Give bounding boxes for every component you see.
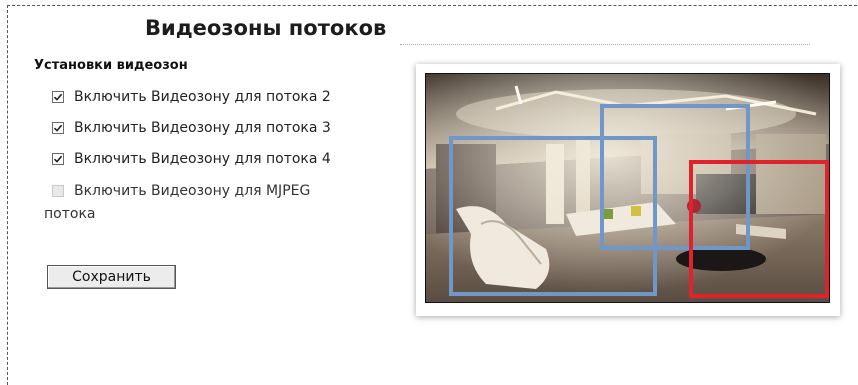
option-stream-4[interactable]: Включить Видеозону для потока 4 — [52, 151, 331, 167]
camera-preview-image — [425, 73, 830, 303]
checkmark-icon — [53, 93, 63, 101]
option-label: Включить Видеозону для MJPEG — [74, 183, 311, 199]
option-stream-2[interactable]: Включить Видеозону для потока 2 — [52, 89, 331, 105]
option-label: Включить Видеозону для потока 3 — [74, 120, 331, 136]
checkmark-icon — [53, 155, 63, 163]
section-title: Установки видеозон — [34, 58, 188, 73]
title-divider — [400, 44, 810, 45]
option-mjpeg: Включить Видеозону для MJPEG — [52, 183, 310, 199]
option-stream-3[interactable]: Включить Видеозону для потока 3 — [52, 120, 331, 136]
option-label-continuation: потока — [44, 206, 96, 222]
checkbox-stream-2[interactable] — [52, 91, 64, 103]
checkbox-mjpeg — [52, 185, 64, 197]
preview-card — [416, 64, 840, 316]
zone-stream-4 — [689, 160, 829, 298]
option-label: Включить Видеозону для потока 2 — [74, 89, 331, 105]
checkmark-icon — [53, 124, 63, 132]
checkbox-stream-3[interactable] — [52, 122, 64, 134]
page-title: Видеозоны потоков — [145, 16, 387, 40]
save-button[interactable]: Сохранить — [47, 265, 176, 289]
checkbox-stream-4[interactable] — [52, 153, 64, 165]
option-label: Включить Видеозону для потока 4 — [74, 151, 331, 167]
